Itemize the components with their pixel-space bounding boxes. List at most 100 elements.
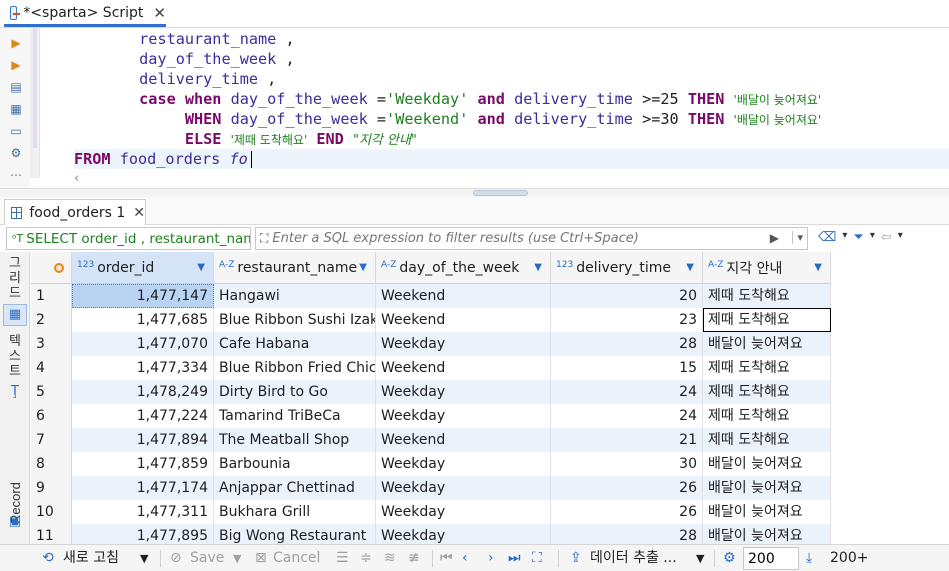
cell-restaurant-name[interactable]: Cafe Habana (214, 332, 376, 356)
sort-filter-icon[interactable]: ▼ (359, 262, 367, 273)
tab-grid[interactable]: 그리드 (4, 256, 26, 301)
cell-restaurant-name[interactable]: Dirty Bird to Go (214, 380, 376, 404)
code-line[interactable]: day_of_the_week , (66, 49, 294, 69)
export-dropdown-icon[interactable]: ▼ (696, 545, 704, 571)
cell-day-of-the-week[interactable]: Weekend (376, 356, 551, 380)
cell-day-of-the-week[interactable]: Weekday (376, 524, 551, 544)
explain-plan-icon[interactable]: ▤ (9, 80, 23, 94)
cell-delivery-time[interactable]: 21 (551, 428, 703, 452)
cell-order-id[interactable]: 1,477,147 (72, 284, 214, 308)
cell-delivery-time[interactable]: 26 (551, 476, 703, 500)
first-page-icon[interactable]: ⏮ (440, 545, 453, 571)
cell-delivery-time[interactable]: 24 (551, 404, 703, 428)
next-page-icon[interactable]: › (488, 545, 494, 571)
row-number[interactable]: 10 (31, 500, 72, 524)
cell-restaurant-name[interactable]: Big Wong Restaurant (214, 524, 376, 544)
cell-note[interactable]: 배달이 늦어져요 (703, 452, 831, 476)
cell-note[interactable]: 배달이 늦어져요 (703, 332, 831, 356)
cell-order-id[interactable]: 1,477,894 (72, 428, 214, 452)
cell-day-of-the-week[interactable]: Weekend (376, 284, 551, 308)
cell-note[interactable]: 배달이 늦어져요 (703, 524, 831, 544)
expand-icon[interactable]: ⛶ (260, 231, 268, 246)
more-icon[interactable]: ⋯ (9, 168, 23, 182)
code-line[interactable]: FROM food_orders fo (74, 149, 949, 169)
cell-note[interactable]: 제때 도착해요 (703, 380, 831, 404)
sort-filter-icon[interactable]: ▼ (534, 262, 542, 273)
fetch-size-input[interactable] (743, 547, 799, 570)
text-icon[interactable]: Ţ (4, 384, 26, 399)
chevron-down-icon[interactable]: ▾ (870, 230, 875, 245)
cell-restaurant-name[interactable]: The Meatball Shop (214, 428, 376, 452)
filter-funnel-icon[interactable]: ⏷ (853, 230, 863, 245)
cell-day-of-the-week[interactable]: Weekday (376, 332, 551, 356)
row-number[interactable]: 4 (31, 356, 72, 380)
cell-order-id[interactable]: 1,477,895 (72, 524, 214, 544)
execute-statement-icon[interactable]: ▶ (9, 36, 23, 50)
cell-order-id[interactable]: 1,477,334 (72, 356, 214, 380)
output-panel-icon[interactable]: ▭ (9, 124, 23, 138)
result-grid[interactable]: 123 order_id ▼ A-Z restaurant_name ▼ A-Z day_of… (31, 252, 949, 544)
table-row[interactable]: 10 1,477,311 Bukhara Grill Weekday 26 배달이 늦어져… (31, 500, 949, 524)
sort-filter-icon[interactable]: ▼ (814, 262, 822, 273)
sql-editor[interactable]: ▶ ▶ ▤ ▦ ▭ ⚙ ⋯ restaurant_name , day_of_t… (0, 28, 949, 188)
column-header-note[interactable]: A-Z 지각 안내 ▼ (703, 252, 831, 284)
sort-filter-icon[interactable]: ▼ (197, 262, 205, 273)
save-icon[interactable]: ⊘ (170, 545, 182, 571)
editor-tab-script[interactable]: *<sparta> Script ✕ (4, 1, 166, 27)
table-row[interactable]: 41,477,334Blue Ribbon Fried ChickenWeeke… (31, 356, 949, 380)
cell-order-id[interactable]: 1,477,311 (72, 500, 214, 524)
cell-note[interactable]: 제때 도착해요 (703, 308, 831, 332)
table-row[interactable]: 5 1,478,249 Dirty Bird to Go Weekday 24 제때 도착… (31, 380, 949, 404)
table-row[interactable]: 7 1,477,894 The Meatball Shop Weekend 21 제때 도… (31, 428, 949, 452)
eraser-icon[interactable]: ⌫ (818, 230, 836, 245)
add-row-icon[interactable]: ≑ (360, 545, 372, 571)
cell-day-of-the-week[interactable]: Weekend (376, 428, 551, 452)
delete-row-icon[interactable]: ≢ (408, 545, 420, 571)
code-line[interactable]: ELSE '제때 도착해요' END "지각 안내" (66, 129, 417, 149)
cancel-button[interactable]: Cancel (273, 545, 320, 571)
chevron-down-icon[interactable]: ▾ (842, 230, 847, 245)
refresh-dropdown-icon[interactable]: ▼ (140, 545, 148, 571)
cell-note[interactable]: 배달이 늦어져요 (703, 500, 831, 524)
grid-icon[interactable]: ▦ (4, 307, 26, 322)
code-line[interactable]: delivery_time , (66, 69, 276, 89)
cell-restaurant-name[interactable]: Anjappar Chettinad (214, 476, 376, 500)
tab-text[interactable]: 텍스트 (4, 334, 26, 379)
record-icon[interactable]: ▣ (4, 514, 26, 529)
row-number[interactable]: 9 (31, 476, 72, 500)
chevron-down-icon[interactable]: ▾ (898, 230, 903, 245)
column-header-day-of-the-week[interactable]: A-Z day_of_the_week ▼ (376, 252, 551, 284)
cell-day-of-the-week[interactable]: Weekend (376, 308, 551, 332)
cell-note[interactable]: 제때 도착해요 (703, 404, 831, 428)
table-row[interactable]: 3 1,477,070 Cafe Habana Weekday 28 배달이 늦어져요 (31, 332, 949, 356)
row-count-icon[interactable]: ⤓ (806, 545, 812, 571)
load-plan-icon[interactable]: ▦ (9, 102, 23, 116)
cell-delivery-time[interactable]: 28 (551, 332, 703, 356)
cell-delivery-time[interactable]: 24 (551, 380, 703, 404)
filter-history-dropdown-icon[interactable]: ▾ (792, 231, 803, 244)
cell-order-id[interactable]: 1,477,070 (72, 332, 214, 356)
refresh-button[interactable]: 새로 고침 (63, 545, 119, 571)
cell-day-of-the-week[interactable]: Weekday (376, 380, 551, 404)
panel-splitter[interactable] (0, 188, 949, 197)
cell-note[interactable]: 제때 도착해요 (703, 428, 831, 452)
cell-restaurant-name[interactable]: Tamarind TriBeCa (214, 404, 376, 428)
cell-restaurant-name[interactable]: Blue Ribbon Sushi Izakaya (214, 308, 376, 332)
cell-delivery-time[interactable]: 26 (551, 500, 703, 524)
row-number[interactable]: 1 (31, 284, 72, 308)
column-header-order-id[interactable]: 123 order_id ▼ (72, 252, 214, 284)
splitter-grip[interactable] (473, 190, 528, 196)
table-row[interactable]: 6 1,477,224 Tamarind TriBeCa Weekday 24 제때 도착… (31, 404, 949, 428)
cell-restaurant-name[interactable]: Barbounia (214, 452, 376, 476)
code-line[interactable]: restaurant_name , (66, 29, 294, 49)
cell-order-id[interactable]: 1,477,859 (72, 452, 214, 476)
row-number[interactable]: 5 (31, 380, 72, 404)
cell-order-id[interactable]: 1,477,174 (72, 476, 214, 500)
table-row[interactable]: 1 1,477,147 Hangawi Weekend 20 제때 도착해요 (31, 284, 949, 308)
cell-order-id[interactable]: 1,478,249 (72, 380, 214, 404)
close-icon[interactable]: ✕ (153, 4, 166, 22)
fetch-all-icon[interactable]: ⛶ (532, 545, 542, 571)
export-data-button[interactable]: 데이터 추출 ... (590, 545, 677, 571)
cell-restaurant-name[interactable]: Hangawi (214, 284, 376, 308)
row-number[interactable]: 2 (31, 308, 72, 332)
